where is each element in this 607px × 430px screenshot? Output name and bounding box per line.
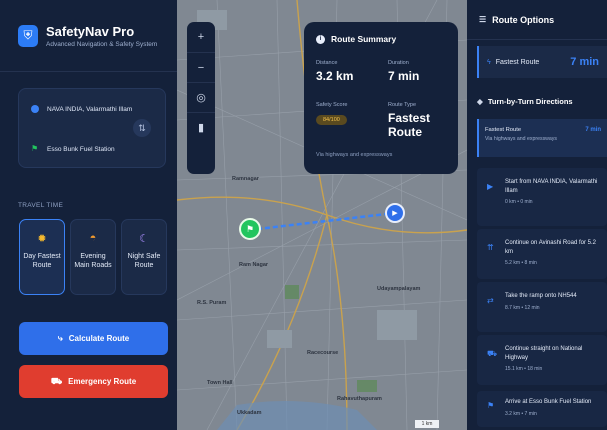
travel-option-day[interactable]: ✹ Day Fastest Route	[19, 219, 65, 295]
safety-badge: 84/100	[316, 115, 347, 125]
direction-icon: ◆	[477, 97, 483, 106]
map-scale: 1 km	[415, 420, 439, 428]
locate-icon[interactable]: ◎	[187, 82, 215, 112]
travel-time-label: TRAVEL TIME	[18, 202, 64, 209]
map-label: R.S. Puram	[197, 300, 227, 306]
route-options-title: Route Options	[492, 14, 555, 25]
direction-step[interactable]: ⇄ Take the ramp onto NH544 8.7 km • 12 m…	[477, 282, 607, 332]
sunset-icon: ◓	[89, 232, 97, 244]
direction-step[interactable]: ⇈ Continue on Avinashi Road for 5.2 km 5…	[477, 229, 607, 279]
map-controls: + − ◎ ▮	[187, 22, 215, 174]
map-label: Ram Nagar	[239, 262, 269, 268]
summary-title: Route Summary	[331, 34, 397, 44]
highway-icon: ⛟	[487, 349, 498, 358]
zoom-in-button[interactable]: +	[187, 22, 215, 52]
sun-icon: ✹	[37, 233, 47, 245]
direction-step[interactable]: ⚑ Arrive at Esso Bunk Fuel Station 3.2 k…	[477, 391, 607, 427]
ramp-icon: ⇄	[487, 296, 494, 305]
map-label: Racecourse	[307, 350, 339, 356]
map-label: Rahavuthapuram	[337, 396, 382, 402]
moon-icon: ☾	[139, 233, 149, 245]
list-icon: ☰	[479, 15, 487, 24]
layers-icon[interactable]: ▮	[187, 112, 215, 142]
route-options-panel: ☰ Route Options ϟ Fastest Route 7 min ◆ …	[467, 0, 607, 430]
calculate-route-button[interactable]: ⤷ Calculate Route	[19, 322, 168, 355]
brand-header: ⛨ SafetyNav Pro Advanced Navigation & Sa…	[0, 0, 177, 72]
road-icon: ⇈	[487, 243, 494, 252]
travel-option-night[interactable]: ☾ Night Safe Route	[121, 219, 167, 295]
play-icon: ▶	[487, 182, 494, 191]
destination-field[interactable]: ⚑ Esso Bunk Fuel Station	[31, 145, 115, 153]
app-title: SafetyNav Pro	[46, 23, 135, 39]
info-icon: i	[316, 34, 325, 44]
direction-step[interactable]: ⛟ Continue straight on National Highway …	[477, 335, 607, 385]
route-type-stat: Route Type Fastest Route	[388, 102, 431, 139]
bolt-icon: ϟ	[487, 58, 491, 66]
map-label: Ukkadam	[237, 410, 262, 416]
safety-stat: Safety Score 84/100	[316, 102, 348, 125]
shield-icon: ⛨	[18, 24, 38, 47]
origin-field[interactable]: NAVA INDIA, Valarmathi Illam	[31, 105, 132, 113]
summary-note: Via highways and expressways	[316, 152, 393, 158]
origin-dot-icon	[31, 105, 39, 113]
left-sidebar: ⛨ SafetyNav Pro Advanced Navigation & Sa…	[0, 0, 177, 430]
zoom-out-button[interactable]: −	[187, 52, 215, 82]
app-subtitle: Advanced Navigation & Safety System	[46, 40, 158, 48]
distance-stat: Distance 3.2 km	[316, 60, 354, 83]
flag-icon: ⚑	[487, 401, 495, 410]
origin-text: NAVA INDIA, Valarmathi Illam	[47, 105, 133, 113]
travel-option-evening[interactable]: ◓ Evening Main Roads	[70, 219, 116, 295]
fastest-route-option[interactable]: ϟ Fastest Route 7 min	[477, 46, 607, 78]
swap-icon[interactable]: ⇅	[133, 119, 151, 137]
route-inputs: NAVA INDIA, Valarmathi Illam ⇅ ⚑ Esso Bu…	[18, 88, 166, 168]
route-icon: ⤷	[57, 333, 63, 343]
map-label: Ramnagar	[232, 176, 259, 182]
ambulance-icon: ⛟	[50, 375, 63, 386]
directions-title: Turn-by-Turn Directions	[487, 97, 573, 106]
direction-step[interactable]: ▶ Start from NAVA INDIA, Valarmathi Illa…	[477, 168, 607, 226]
map-label: Udayampalayam	[377, 286, 421, 292]
duration-stat: Duration 7 min	[388, 60, 420, 83]
destination-marker-icon[interactable]: ▶	[385, 203, 405, 223]
route-summary-card: i Route Summary Distance 3.2 km Duration…	[304, 22, 458, 174]
origin-marker-flag-icon[interactable]: ⚑	[239, 218, 261, 240]
emergency-route-button[interactable]: ⛟ Emergency Route	[19, 365, 168, 398]
map-label: Town Hall	[207, 380, 233, 386]
flag-icon: ⚑	[31, 144, 39, 153]
route-summary-row[interactable]: Fastest Route Via highways and expresswa…	[477, 119, 607, 157]
destination-text: Esso Bunk Fuel Station	[47, 145, 115, 153]
